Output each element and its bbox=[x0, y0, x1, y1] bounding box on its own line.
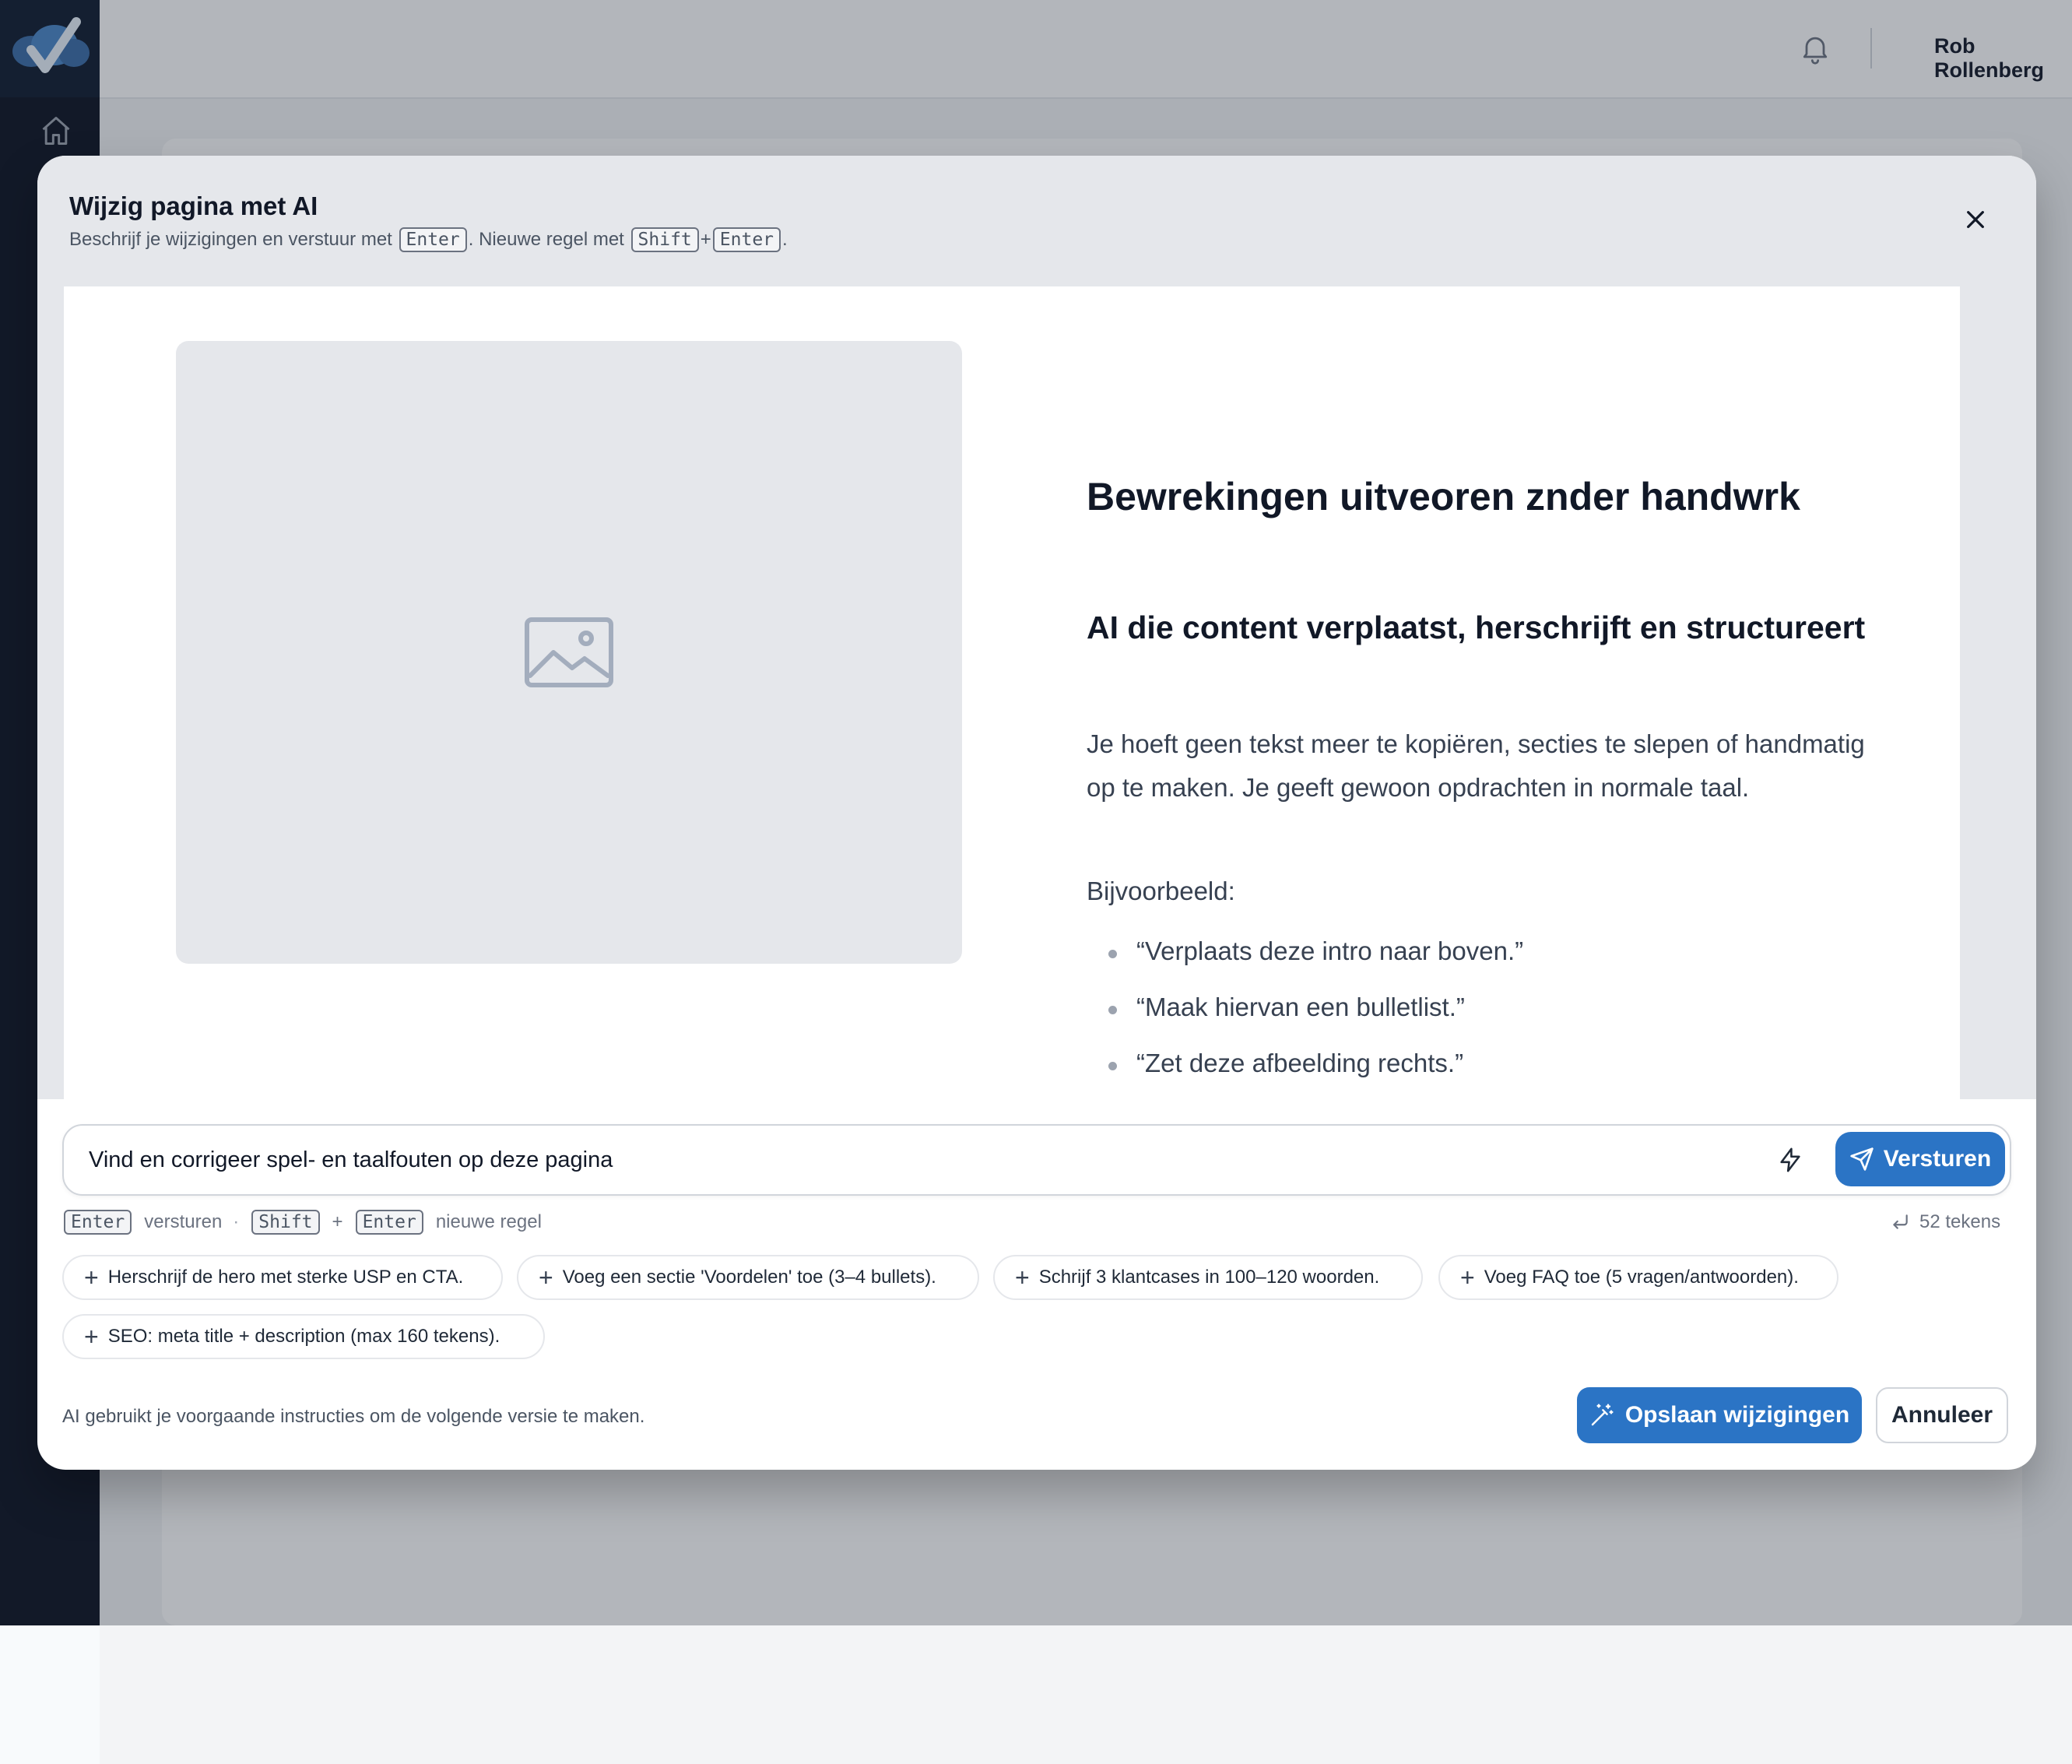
hint-newline-text: nieuwe regel bbox=[435, 1211, 542, 1232]
preview-heading: Bewrekingen uitveoren znder handwrk bbox=[1087, 475, 1800, 518]
save-label: Opslaan wijzigingen bbox=[1624, 1402, 1850, 1428]
suggestion-chip-label: Herschrijf de hero met sterke USP en CTA… bbox=[107, 1267, 464, 1288]
modal-subtitle: Beschrijf je wijzigingen en verstuur met… bbox=[69, 227, 788, 252]
magic-wand-icon bbox=[1591, 1404, 1614, 1426]
quick-actions-button[interactable] bbox=[1773, 1143, 1807, 1177]
suggestion-chip[interactable]: + Schrijf 3 klantcases in 100–120 woorden… bbox=[993, 1255, 1423, 1300]
plus-icon: + bbox=[539, 1263, 553, 1291]
list-item: “Zet deze afbeelding rechts.” bbox=[1087, 1049, 1523, 1099]
plus-icon: + bbox=[84, 1323, 99, 1351]
send-label: Versturen bbox=[1883, 1146, 1992, 1172]
kbd-enter-2: Enter bbox=[712, 227, 781, 252]
kbd-enter: Enter bbox=[64, 1210, 132, 1235]
subtitle-text: Beschrijf je wijzigingen en verstuur met bbox=[69, 229, 392, 250]
image-icon bbox=[525, 617, 613, 687]
cancel-button[interactable]: Annuleer bbox=[1876, 1387, 2008, 1443]
subtitle-end: . bbox=[782, 229, 788, 250]
suggestion-chip[interactable]: + Voeg FAQ toe (5 vragen/antwoorden). bbox=[1438, 1255, 1838, 1300]
send-button[interactable]: Versturen bbox=[1835, 1132, 2005, 1186]
list-item-text: “Maak hiervan een bulletlist.” bbox=[1136, 993, 1465, 1021]
character-count-text: 52 tekens bbox=[1919, 1211, 2001, 1232]
modal-title: Wijzig pagina met AI bbox=[69, 192, 318, 220]
suggestion-chip-label: Voeg FAQ toe (5 vragen/antwoorden). bbox=[1484, 1267, 1799, 1288]
bullet-dot bbox=[1108, 950, 1117, 958]
page-preview: Bewrekingen uitveoren znder handwrk AI d… bbox=[64, 286, 1960, 1099]
page-preview-area[interactable]: Bewrekingen uitveoren znder handwrk AI d… bbox=[37, 286, 2036, 1099]
kbd-enter-2: Enter bbox=[355, 1210, 423, 1235]
send-icon bbox=[1850, 1147, 1874, 1171]
modal-header: Wijzig pagina met AI Beschrijf je wijzig… bbox=[37, 156, 2036, 286]
subtitle-text-2: . Nieuwe regel met bbox=[468, 229, 624, 250]
list-item: “Maak hiervan een bulletlist.” bbox=[1087, 993, 1523, 1049]
hint-send-text: versturen bbox=[144, 1211, 223, 1232]
suggestion-chip-label: SEO: meta title + description (max 160 t… bbox=[107, 1326, 500, 1347]
bullet-dot bbox=[1108, 1062, 1117, 1070]
suggestion-chip[interactable]: + Herschrijf de hero met sterke USP en CT… bbox=[62, 1255, 503, 1300]
bullet-dot bbox=[1108, 1006, 1117, 1014]
list-item-text: “Verplaats deze intro naar boven.” bbox=[1136, 936, 1524, 965]
list-item-text: “Zet deze afbeelding rechts.” bbox=[1136, 1049, 1464, 1077]
page-bottom-area bbox=[100, 1625, 2072, 1764]
sidebar-bottom bbox=[0, 1625, 100, 1764]
footer-note: AI gebruikt je voorgaande instructies om… bbox=[62, 1406, 645, 1427]
preview-subheading: AI die content verplaatst, herschrijft e… bbox=[1087, 610, 1866, 645]
suggestion-chip[interactable]: + Voeg een sectie 'Voordelen' toe (3–4 bu… bbox=[517, 1255, 979, 1300]
plus-icon: + bbox=[1460, 1263, 1475, 1291]
prompt-box: Versturen bbox=[62, 1124, 2011, 1196]
hint-plus: + bbox=[332, 1211, 343, 1232]
plus-icon: + bbox=[84, 1263, 99, 1291]
list-item: “Verplaats deze intro naar boven.” bbox=[1087, 937, 1523, 993]
close-button[interactable] bbox=[1958, 202, 1993, 237]
kbd-shift: Shift bbox=[630, 227, 699, 252]
suggestion-chip-label: Schrijf 3 klantcases in 100–120 woorden. bbox=[1038, 1267, 1380, 1288]
hint-separator: · bbox=[233, 1211, 240, 1232]
character-count: 52 tekens bbox=[1890, 1211, 2000, 1233]
preview-paragraph: Je hoeft geen tekst meer te kopiëren, se… bbox=[1087, 729, 1865, 802]
preview-example-list: “Verplaats deze intro naar boven.” “Maak… bbox=[1087, 937, 1523, 1099]
image-placeholder[interactable] bbox=[176, 341, 962, 964]
suggestion-chip[interactable]: + SEO: meta title + description (max 160 … bbox=[62, 1314, 545, 1359]
kbd-enter: Enter bbox=[399, 227, 467, 252]
kbd-shift: Shift bbox=[251, 1210, 320, 1235]
save-button[interactable]: Opslaan wijzigingen bbox=[1577, 1387, 1862, 1443]
keyboard-hints: Enter versturen · Shift + Enter nieuwe r… bbox=[62, 1210, 542, 1235]
suggestion-chip-label: Voeg een sectie 'Voordelen' toe (3–4 bul… bbox=[562, 1267, 936, 1288]
prompt-input[interactable] bbox=[89, 1141, 1770, 1179]
plus-icon: + bbox=[1015, 1263, 1030, 1291]
return-icon bbox=[1893, 1214, 1908, 1229]
preview-example-label: Bijvoorbeeld: bbox=[1087, 877, 1235, 905]
lightning-icon bbox=[1780, 1147, 1800, 1172]
subtitle-plus: + bbox=[700, 229, 711, 250]
ai-edit-modal: Wijzig pagina met AI Beschrijf je wijzig… bbox=[37, 156, 2036, 1470]
close-icon bbox=[1967, 211, 1984, 228]
